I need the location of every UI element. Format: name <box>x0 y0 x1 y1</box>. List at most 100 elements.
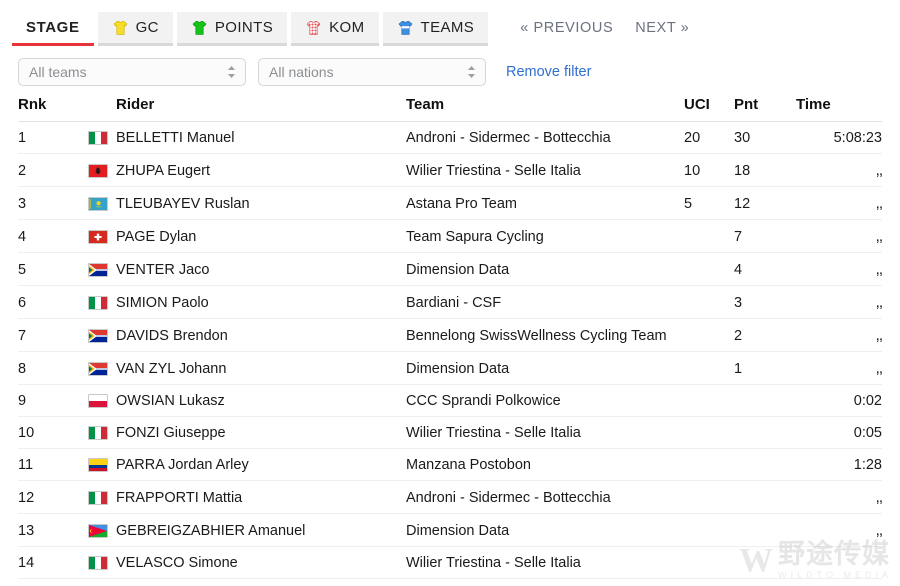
cell-points: 18 <box>734 153 796 187</box>
header-team[interactable]: Team <box>406 96 684 122</box>
team-filter-select[interactable]: All teams <box>18 58 246 86</box>
next-stage-link[interactable]: NEXT » <box>635 20 689 36</box>
cell-rank: 9 <box>18 384 88 417</box>
header-rnk[interactable]: Rnk <box>18 96 116 122</box>
cell-nationality-flag <box>88 318 116 352</box>
cell-points: 1 <box>734 351 796 385</box>
cell-uci-points <box>684 416 734 449</box>
cell-points <box>734 578 796 586</box>
cell-team-name[interactable]: Wilier Triestina - Selle Italia <box>406 546 684 579</box>
cell-uci-points <box>684 384 734 417</box>
cell-nationality-flag <box>88 578 116 586</box>
cell-nationality-flag <box>88 186 116 220</box>
table-row[interactable]: 7 DAVIDS Brendon Bennelong SwissWellness C… <box>18 318 883 352</box>
cell-time: ,, <box>796 219 883 253</box>
select-updown-icon <box>227 65 236 79</box>
cell-rider-name[interactable]: BROŻYNA Piotr <box>116 578 406 586</box>
table-row[interactable]: 11 PARRA Jordan Arley Manzana Postobon 1:28 <box>18 448 882 481</box>
cell-points: 2 <box>734 318 796 352</box>
table-row[interactable]: 2 ZHUPA Eugert Wilier Triestina - Selle It… <box>18 153 883 187</box>
table-row[interactable]: 5 VENTER Jaco Dimension Data 4,, <box>18 252 883 286</box>
cell-uci-points <box>684 578 734 586</box>
cell-rider-name[interactable]: VELASCO Simone <box>116 546 406 579</box>
remove-filter-link[interactable]: Remove filter <box>506 64 591 80</box>
cell-rider-name[interactable]: FONZI Giuseppe <box>116 416 406 449</box>
cell-team-name[interactable]: Team Sapura Cycling <box>406 219 684 253</box>
cell-nationality-flag <box>88 384 116 417</box>
table-row[interactable]: 3 TLEUBAYEV Ruslan Astana Pro Team 5 12,, <box>18 186 883 220</box>
cell-uci-points <box>684 513 734 547</box>
cell-rider-name[interactable]: SIMION Paolo <box>116 285 406 319</box>
cell-rank: 10 <box>18 416 88 449</box>
flag-za-icon <box>88 328 108 343</box>
cell-team-name[interactable]: Bardiani - CSF <box>406 285 684 319</box>
flag-it-icon <box>88 426 108 441</box>
cell-team-name[interactable]: Dimension Data <box>406 351 684 385</box>
table-row[interactable]: 15 BROŻYNA PiotrCCC Sprandi Polkowice,, <box>18 578 882 586</box>
results-table-body: 1 BELLETTI Manuel Androni - Sidermec - Bot… <box>18 121 883 586</box>
cell-rider-name[interactable]: BELLETTI Manuel <box>116 121 406 154</box>
table-row[interactable]: 4 PAGE Dylan Team Sapura Cycling 7,, <box>18 219 883 253</box>
cell-rider-name[interactable]: PARRA Jordan Arley <box>116 448 406 481</box>
cell-rider-name[interactable]: ZHUPA Eugert <box>116 153 406 187</box>
cell-team-name[interactable]: Androni - Sidermec - Bottecchia <box>406 480 684 514</box>
tab-kom[interactable]: KOM <box>291 12 379 46</box>
cell-rider-name[interactable]: GEBREIGZABHIER Amanuel <box>116 513 406 547</box>
table-row[interactable]: 14 VELASCO Simone Wilier Triestina - Selle… <box>18 546 882 579</box>
table-row[interactable]: 9 OWSIAN Lukasz CCC Sprandi Polkowice 0:02 <box>18 384 882 417</box>
table-row[interactable]: 8 VAN ZYL Johann Dimension Data 1,, <box>18 351 883 385</box>
cell-team-name[interactable]: Androni - Sidermec - Bottecchia <box>406 121 684 154</box>
cell-team-name[interactable]: Astana Pro Team <box>406 186 684 220</box>
polka-dot-jersey-icon <box>305 20 322 36</box>
table-row[interactable]: 12 FRAPPORTI Mattia Androni - Sidermec - B… <box>18 480 883 514</box>
tab-points-label: POINTS <box>214 19 274 36</box>
cell-team-name[interactable]: Dimension Data <box>406 252 684 286</box>
tab-points[interactable]: POINTS <box>176 12 288 46</box>
header-uci[interactable]: UCI <box>684 96 734 122</box>
cell-rider-name[interactable]: OWSIAN Lukasz <box>116 384 406 417</box>
cell-rider-name[interactable]: VAN ZYL Johann <box>116 351 406 385</box>
results-table-head: Rnk Rider Team UCI Pnt Time <box>18 96 882 122</box>
cell-rider-name[interactable]: TLEUBAYEV Ruslan <box>116 186 406 220</box>
table-row[interactable]: 6 SIMION Paolo Bardiani - CSF 3,, <box>18 285 883 319</box>
cell-time: ,, <box>796 578 882 586</box>
cell-rank: 1 <box>18 121 88 154</box>
nation-filter-select[interactable]: All nations <box>258 58 486 86</box>
stage-navigation: « PREVIOUS NEXT » <box>520 12 689 46</box>
cell-rider-name[interactable]: DAVIDS Brendon <box>116 318 406 352</box>
table-row[interactable]: 10 FONZI Giuseppe Wilier Triestina - Selle… <box>18 416 882 449</box>
table-row[interactable]: 1 BELLETTI Manuel Androni - Sidermec - Bot… <box>18 121 882 154</box>
cell-uci-points: 5 <box>684 186 734 220</box>
flag-ch-icon <box>88 229 108 244</box>
cell-team-name[interactable]: CCC Sprandi Polkowice <box>406 384 684 417</box>
tab-teams[interactable]: TEAMS <box>382 12 489 46</box>
table-row[interactable]: 13 GEBREIGZABHIER Amanuel Dimension Data,, <box>18 513 883 547</box>
cell-team-name[interactable]: Wilier Triestina - Selle Italia <box>406 416 684 449</box>
cell-time: ,, <box>796 318 883 352</box>
header-pnt[interactable]: Pnt <box>734 96 796 122</box>
cell-rider-name[interactable]: VENTER Jaco <box>116 252 406 286</box>
cell-nationality-flag <box>88 416 116 449</box>
cell-time: 0:02 <box>796 384 882 417</box>
flag-pl-icon <box>88 394 108 409</box>
cell-uci-points <box>684 351 734 385</box>
cell-rank: 11 <box>18 448 88 481</box>
cell-team-name[interactable]: Bennelong SwissWellness Cycling Team <box>406 318 684 352</box>
tab-stage[interactable]: STAGE <box>12 12 94 46</box>
cell-team-name[interactable]: Dimension Data <box>406 513 684 547</box>
cell-rider-name[interactable]: FRAPPORTI Mattia <box>116 480 406 514</box>
cell-rank: 14 <box>18 546 88 579</box>
cell-team-name[interactable]: Manzana Postobon <box>406 448 684 481</box>
cell-points <box>734 546 796 579</box>
cell-rider-name[interactable]: PAGE Dylan <box>116 219 406 253</box>
tab-gc[interactable]: GC <box>97 12 173 46</box>
header-time[interactable]: Time <box>796 96 882 122</box>
cell-rank: 7 <box>18 318 88 352</box>
stage-results-table: Rnk Rider Team UCI Pnt Time 1 BELLETTI Ma… <box>18 96 883 586</box>
cell-uci-points <box>684 318 734 352</box>
cell-uci-points: 10 <box>684 153 734 187</box>
cell-team-name[interactable]: CCC Sprandi Polkowice <box>406 578 684 586</box>
cell-team-name[interactable]: Wilier Triestina - Selle Italia <box>406 153 684 187</box>
header-rider[interactable]: Rider <box>116 96 406 122</box>
previous-stage-link[interactable]: « PREVIOUS <box>520 20 613 36</box>
